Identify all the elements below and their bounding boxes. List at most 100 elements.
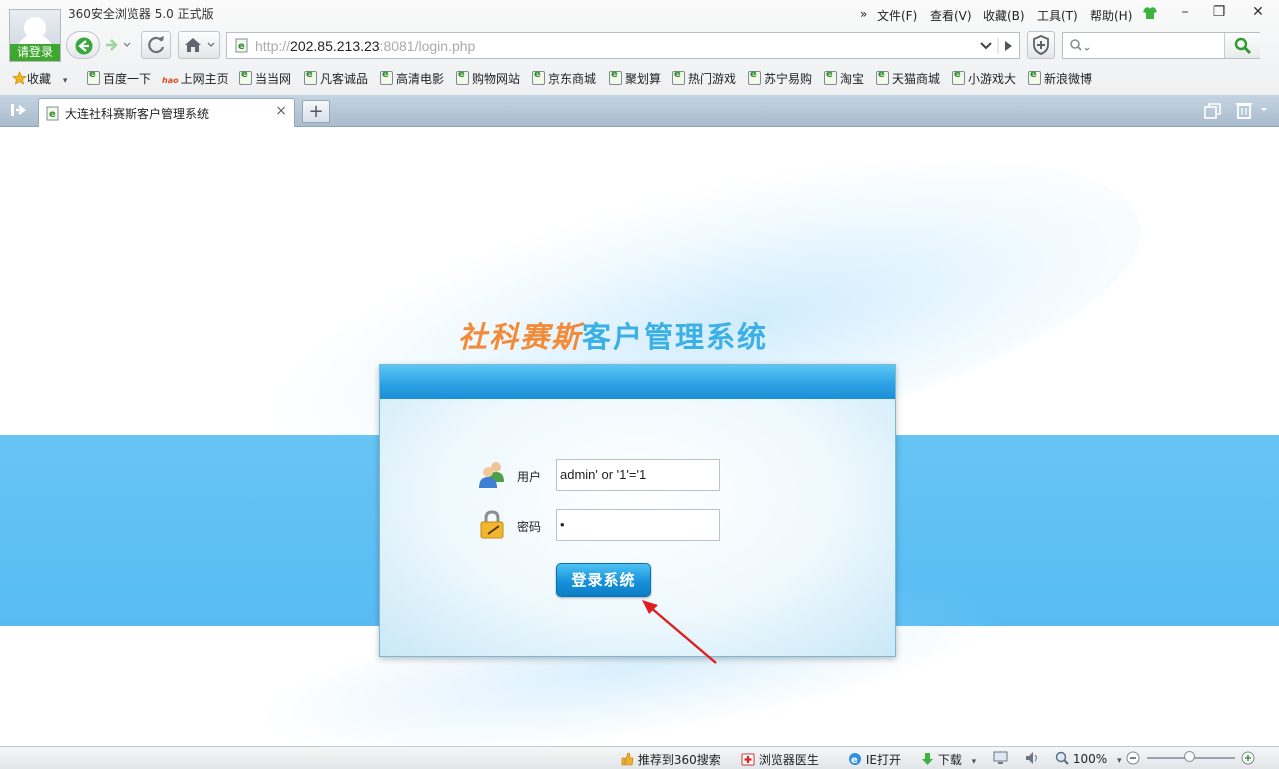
skin-icon[interactable] (1142, 6, 1158, 20)
bookmark-jd[interactable]: 京东商城 (532, 69, 596, 87)
new-tab-button[interactable]: + (302, 100, 330, 123)
bookmark-hao123[interactable]: hao 上网主页 (162, 70, 229, 87)
ie-icon (952, 69, 965, 85)
bookmark-tmall[interactable]: 天猫商城 (876, 69, 940, 87)
zoom-menu[interactable]: 100% ▾ (1055, 751, 1122, 766)
title-system: 客户管理系统 (582, 320, 769, 354)
status-bar: 推荐到360搜索 浏览器医生 e IE打开 下载 ▾ 100% ▾ (0, 746, 1279, 769)
open-in-ie[interactable]: e IE打开 (848, 751, 901, 768)
download-menu[interactable]: 下载 ▾ (921, 751, 976, 768)
bookmark-dangdang[interactable]: 当当网 (239, 69, 291, 87)
monitor-icon[interactable] (993, 751, 1009, 765)
first-aid-icon (741, 753, 755, 766)
ie-icon (87, 69, 100, 85)
home-button[interactable] (178, 31, 220, 59)
address-bar[interactable]: e http://202.85.213.23:8081/login.php (226, 32, 1020, 59)
close-window-icon[interactable]: ✕ (1245, 3, 1271, 21)
ie-icon (1028, 69, 1041, 85)
ie-icon (672, 69, 685, 85)
zoom-out-icon[interactable] (1126, 751, 1140, 765)
minimize-icon[interactable]: – (1172, 3, 1198, 21)
login-button[interactable]: 登录系统 (556, 563, 651, 597)
browser-title: 360安全浏览器 5.0 正式版 (68, 7, 214, 21)
bookmark-baidu[interactable]: 百度一下 (87, 69, 151, 87)
search-engine-icon[interactable] (1069, 38, 1093, 54)
password-input[interactable]: • (556, 509, 720, 541)
ie-icon (456, 69, 469, 85)
refresh-icon (148, 36, 165, 54)
thumbs-up-icon (621, 752, 634, 766)
url-text[interactable]: http://202.85.213.23:8081/login.php (255, 38, 475, 54)
shield-icon (1033, 35, 1049, 55)
back-button[interactable] (66, 31, 100, 59)
download-arrow-icon (922, 753, 933, 765)
recommend-search[interactable]: 推荐到360搜索 (620, 751, 721, 768)
ie-icon (824, 69, 837, 85)
annotation-arrow-icon (642, 600, 717, 664)
bookmark-games[interactable]: 热门游戏 (672, 69, 736, 87)
page-icon: e (235, 38, 248, 53)
ie-icon (876, 69, 889, 85)
menu-view[interactable]: 查看(V) (930, 7, 972, 24)
close-tab-icon[interactable]: × (275, 103, 287, 119)
menu-tools[interactable]: 工具(T) (1037, 7, 1078, 24)
zoom-slider-thumb[interactable] (1184, 751, 1195, 762)
sidebar-toggle-icon[interactable] (10, 102, 28, 118)
bookmark-mini-games[interactable]: 小游戏大 (952, 69, 1016, 87)
page-title: 社科赛斯客户管理系统 (458, 314, 768, 356)
hao-icon: hao (162, 76, 179, 85)
forward-arrow-icon[interactable] (102, 37, 132, 53)
user-avatar[interactable]: 请登录 (9, 9, 61, 62)
bookmark-taobao[interactable]: 淘宝 (824, 69, 864, 87)
speaker-icon[interactable] (1025, 751, 1041, 765)
title-brand: 社科赛斯 (458, 320, 583, 354)
home-icon (185, 38, 215, 52)
page-viewport: 社科赛斯客户管理系统 用户 admin' or '1'='1 密码 • 登录系统 (0, 127, 1279, 746)
menu-help[interactable]: 帮助(H) (1090, 7, 1132, 24)
chevron-down-icon: ▾ (62, 76, 68, 86)
bookmark-shopping[interactable]: 购物网站 (456, 69, 520, 87)
tab-title: 大连社科赛斯客户管理系统 (65, 107, 210, 121)
ie-icon (748, 69, 761, 85)
lock-icon (480, 510, 504, 539)
restore-tabs-icon[interactable] (1203, 102, 1223, 120)
ie-icon (304, 69, 317, 85)
zoom-icon (1055, 751, 1069, 765)
search-button[interactable] (1224, 33, 1260, 58)
refresh-button[interactable] (141, 31, 171, 59)
svg-text:e: e (49, 109, 56, 120)
login-prompt[interactable]: 请登录 (10, 44, 60, 61)
page-icon: e (46, 106, 59, 121)
search-icon (1234, 37, 1252, 55)
star-icon (12, 71, 27, 85)
login-panel-header (380, 365, 895, 399)
bookmark-vancl[interactable]: 凡客诚品 (304, 69, 368, 87)
svg-text:e: e (851, 755, 858, 766)
address-dropdown-icon[interactable] (977, 38, 1017, 54)
ie-logo-icon: e (849, 753, 861, 766)
svg-text:e: e (238, 41, 245, 52)
chevron-down-icon: ▾ (971, 757, 977, 767)
back-arrow-icon (75, 37, 93, 55)
ie-icon (532, 69, 545, 85)
favorites-menu[interactable]: 收藏 ▾ (12, 70, 67, 87)
tab-active[interactable]: e 大连社科赛斯客户管理系统 × (38, 98, 295, 127)
trash-icon[interactable] (1235, 100, 1271, 120)
username-input[interactable]: admin' or '1'='1 (556, 459, 720, 491)
bookmark-juhuasuan[interactable]: 聚划算 (609, 69, 661, 87)
bookmark-suning[interactable]: 苏宁易购 (748, 69, 812, 87)
password-label: 密码 (517, 520, 542, 534)
user-label: 用户 (517, 470, 542, 484)
restore-icon[interactable]: ❐ (1206, 3, 1232, 21)
menu-file[interactable]: 文件(F) (877, 7, 917, 24)
bookmark-weibo[interactable]: 新浪微博 (1028, 69, 1092, 87)
ie-icon (239, 69, 252, 85)
menu-more[interactable]: » (860, 7, 867, 21)
chevron-down-icon: ▾ (1116, 756, 1122, 766)
security-button[interactable] (1027, 31, 1055, 59)
zoom-in-icon[interactable] (1241, 751, 1255, 765)
browser-doctor[interactable]: 浏览器医生 (741, 751, 819, 768)
bookmark-hd-movies[interactable]: 高清电影 (380, 69, 444, 87)
ie-icon (380, 69, 393, 85)
menu-favorites[interactable]: 收藏(B) (983, 7, 1025, 24)
